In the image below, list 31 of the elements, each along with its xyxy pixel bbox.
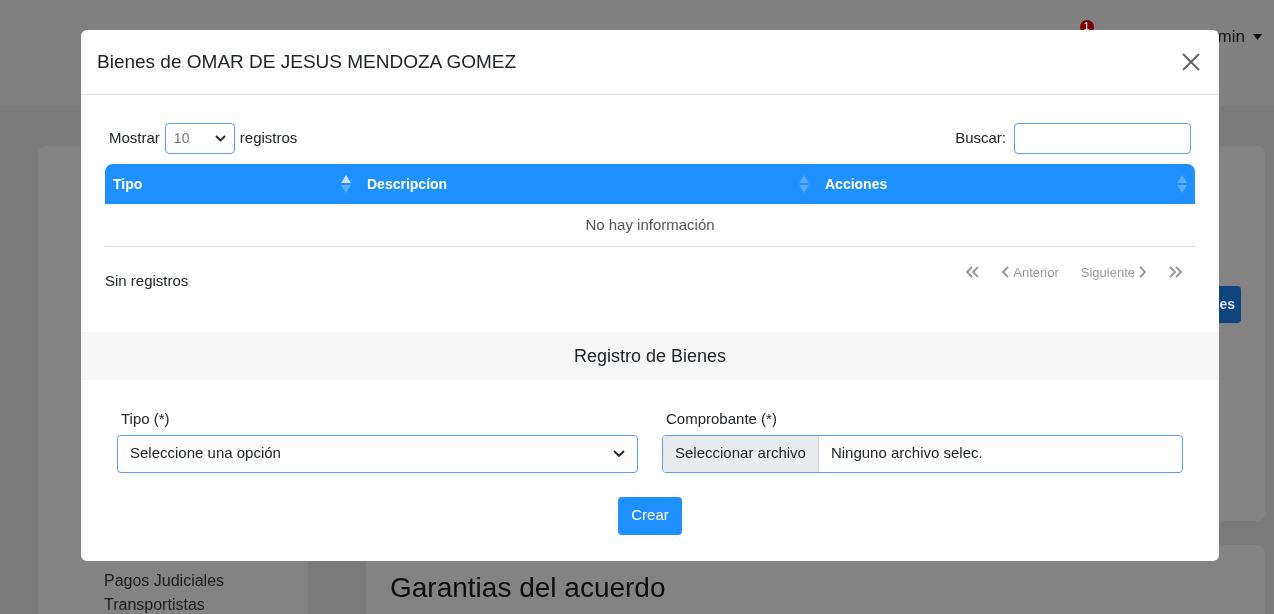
section-title: Garantias del acuerdo — [390, 571, 666, 605]
chevron-down-icon — [214, 135, 226, 142]
search-field[interactable] — [1014, 123, 1191, 154]
caret-icon — [1253, 33, 1262, 40]
modal-title: Bienes de OMAR DE JESUS MENDOZA GOMEZ — [97, 49, 517, 74]
chevron-left-icon — [1001, 266, 1010, 279]
column-header[interactable]: Descripcíon — [359, 164, 817, 204]
double-chevron-left-icon — [965, 266, 980, 279]
sidebar-item[interactable]: Transportistas — [104, 596, 308, 614]
column-header[interactable]: Tipo — [105, 164, 359, 204]
length-label: Mostrar — [109, 128, 160, 149]
length-select[interactable]: 10 — [164, 123, 235, 154]
create-button[interactable]: Crear — [618, 496, 682, 535]
field-label: Comprobante (*) — [665, 409, 778, 429]
close-icon — [1182, 53, 1200, 71]
column-header[interactable]: Acciones — [817, 164, 1195, 204]
user-menu-label[interactable]: min — [1217, 24, 1245, 50]
chevron-down-icon — [613, 449, 625, 458]
field-label: Tipo (*) — [120, 409, 171, 429]
empty-table-message: No hay información — [105, 204, 1195, 246]
chevron-right-icon — [1139, 266, 1147, 279]
table-info: Sin registros — [105, 270, 189, 291]
search-label: Buscar: — [955, 128, 1006, 149]
choose-file-button[interactable]: Seleccionar archivo — [663, 435, 819, 472]
double-chevron-right-icon — [1169, 266, 1183, 279]
file-input[interactable]: Seleccionar archivo Ninguno archivo selec. — [662, 434, 1183, 473]
file-name-text: Ninguno archivo selec. — [829, 443, 984, 464]
select-field[interactable]: Seleccione una opción — [117, 434, 638, 473]
section-title: Registro de Bienes — [573, 344, 727, 368]
length-label: registros — [239, 128, 298, 149]
sidebar-item[interactable]: Pagos Judiciales — [104, 572, 308, 590]
